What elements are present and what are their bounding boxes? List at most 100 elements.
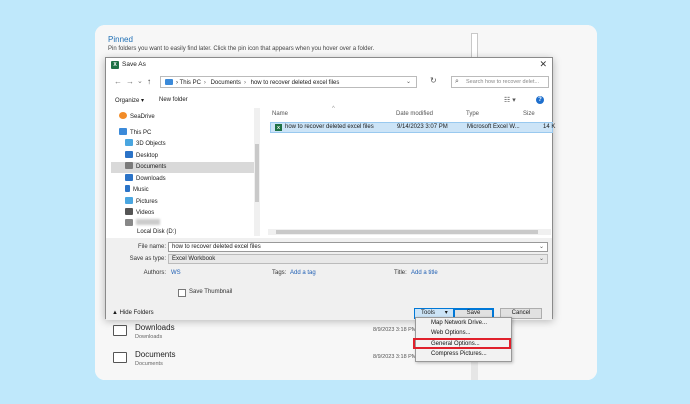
music-note-icon xyxy=(125,185,130,192)
sidebar-item-label: SeaDrive xyxy=(130,114,155,120)
scrollbar-thumb[interactable] xyxy=(276,230,538,234)
search-input[interactable]: ⌕ Search how to recover delet... xyxy=(451,76,549,88)
blurred-label xyxy=(136,219,160,225)
sidebar-item-local-disk[interactable]: Local Disk (D:) xyxy=(137,229,176,236)
sidebar-item-label: Documents xyxy=(136,164,167,170)
video-icon xyxy=(125,208,133,215)
close-icon[interactable]: ✕ xyxy=(539,59,547,70)
menu-item-web-options[interactable]: Web Options... xyxy=(431,330,471,336)
navigation-pane: SeaDrive This PC 3D Objects Desktop Docu… xyxy=(111,108,261,236)
sidebar-item-3d-objects[interactable]: 3D Objects xyxy=(125,139,166,150)
sidebar-item-videos[interactable]: Videos xyxy=(125,208,154,219)
view-options-icon[interactable]: ☷ ▾ xyxy=(504,96,516,104)
sidebar-item-downloads[interactable]: Downloads xyxy=(125,174,166,185)
folder-date: 8/9/2023 3:18 PM xyxy=(373,327,417,333)
navigation-scrollbar[interactable] xyxy=(254,108,260,236)
tools-label: Tools xyxy=(421,310,436,316)
address-sep: › xyxy=(243,80,246,86)
hide-folders-button[interactable]: ▲ Hide Folders xyxy=(112,310,154,316)
excel-app-icon: X xyxy=(111,61,119,69)
up-arrow-icon[interactable]: ↑ xyxy=(147,77,151,86)
save-thumbnail-checkbox[interactable] xyxy=(178,289,186,297)
horizontal-scrollbar[interactable] xyxy=(268,229,551,235)
add-tag-link[interactable]: Add a tag xyxy=(290,270,316,276)
sidebar-item-label: Music xyxy=(133,187,149,193)
folder-date: 8/9/2023 3:18 PM xyxy=(373,354,417,360)
back-arrow-icon[interactable]: ← xyxy=(114,77,122,86)
column-type[interactable]: Type xyxy=(466,111,479,117)
dialog-titlebar: X Save As ✕ xyxy=(106,58,552,72)
save-as-type-label: Save as type: xyxy=(129,256,166,262)
authors-value[interactable]: WS xyxy=(171,270,181,276)
sidebar-item-label: 3D Objects xyxy=(136,141,166,147)
save-as-dialog: X Save As ✕ ← → ⌄ ↑ › This PC › Documents… xyxy=(105,57,555,320)
add-title-link[interactable]: Add a title xyxy=(411,270,438,276)
column-date-modified[interactable]: Date modified xyxy=(396,111,433,117)
forward-arrow-icon[interactable]: → xyxy=(126,77,134,86)
pictures-icon xyxy=(125,197,133,204)
save-fields-panel: File name: how to recover deleted excel … xyxy=(106,238,552,320)
title-label: Title: xyxy=(394,270,407,276)
sidebar-item-label: Desktop xyxy=(136,153,159,159)
search-placeholder: Search how to recover delet... xyxy=(466,79,540,85)
breadcrumb-current-folder[interactable]: how to recover deleted excel files xyxy=(251,80,340,86)
pinned-description: Pin folders you want to easily find late… xyxy=(108,46,375,52)
breadcrumb-this-pc[interactable]: This PC xyxy=(180,80,201,86)
computer-icon xyxy=(165,79,173,85)
sidebar-item-pictures[interactable]: Pictures xyxy=(125,197,158,208)
navigation-bar: ← → ⌄ ↑ › This PC › Documents › how to rec… xyxy=(106,74,552,90)
sidebar-item-this-pc[interactable]: This PC xyxy=(119,128,151,139)
chevron-down-icon: ▾ xyxy=(444,310,448,316)
help-icon[interactable]: ? xyxy=(536,96,544,104)
file-name-input[interactable]: how to recover deleted excel files ⌄ xyxy=(168,242,548,252)
organize-button[interactable]: Organize ▾ xyxy=(115,97,144,104)
computer-icon xyxy=(119,128,127,135)
column-name[interactable]: Name xyxy=(272,111,288,117)
file-name-value: how to recover deleted excel files xyxy=(172,244,261,250)
download-icon xyxy=(125,174,133,181)
menu-item-map-network-drive[interactable]: Map Network Drive... xyxy=(431,320,487,326)
drive-icon xyxy=(125,219,133,226)
dialog-title: Save As xyxy=(122,61,146,68)
save-as-type-value: Excel Workbook xyxy=(172,256,216,262)
search-icon: ⌕ xyxy=(455,78,459,85)
folder-icon xyxy=(113,325,127,336)
documents-icon xyxy=(125,162,133,169)
menu-item-compress-pictures[interactable]: Compress Pictures... xyxy=(431,351,487,357)
file-name: how to recover deleted excel files xyxy=(285,124,374,130)
address-dropdown-icon[interactable]: ⌄ xyxy=(406,78,411,85)
sidebar-item-label: Videos xyxy=(136,210,155,216)
sidebar-item-seadrive[interactable]: SeaDrive xyxy=(119,112,155,123)
folder-path: Documents xyxy=(135,361,163,367)
recent-locations-icon[interactable]: ⌄ xyxy=(137,77,143,85)
table-row[interactable]: X how to recover deleted excel files 9/1… xyxy=(270,122,555,133)
seadrive-icon xyxy=(119,112,127,119)
excel-file-icon: X xyxy=(275,124,282,131)
pinned-title: Pinned xyxy=(108,35,133,44)
refresh-icon[interactable]: ↻ xyxy=(430,76,437,85)
folder-path: Downloads xyxy=(135,334,163,340)
dialog-toolbar: Organize ▾ New folder ☷ ▾ ? xyxy=(106,94,552,108)
scrollbar-thumb[interactable] xyxy=(255,144,259,202)
cube-icon xyxy=(125,139,133,146)
highlight-box xyxy=(413,338,511,349)
folder-name: Downloads xyxy=(135,323,175,332)
sidebar-item-desktop[interactable]: Desktop xyxy=(125,151,158,162)
file-date: 9/14/2023 3:07 PM xyxy=(397,124,448,130)
new-folder-button[interactable]: New folder xyxy=(159,97,188,103)
save-as-type-select[interactable]: Excel Workbook ⌄ xyxy=(168,254,548,264)
column-size[interactable]: Size xyxy=(523,111,535,117)
authors-label: Authors: xyxy=(143,270,166,276)
address-bar[interactable]: › This PC › Documents › how to recover del… xyxy=(160,76,417,88)
breadcrumb-documents[interactable]: Documents xyxy=(211,80,241,86)
sidebar-item-documents[interactable]: Documents xyxy=(111,162,259,173)
address-sep: › xyxy=(176,80,178,86)
sidebar-item-label: Pictures xyxy=(136,199,158,205)
sort-arrow-icon: ^ xyxy=(332,106,335,112)
background-scrollbar[interactable] xyxy=(471,33,478,59)
chevron-down-icon[interactable]: ⌄ xyxy=(539,255,544,262)
chevron-down-icon[interactable]: ⌄ xyxy=(539,243,544,250)
sidebar-item-music[interactable]: Music xyxy=(125,185,149,196)
save-thumbnail-label: Save Thumbnail xyxy=(189,289,233,295)
file-list: ^ Name Date modified Type Size X how to … xyxy=(268,106,555,236)
